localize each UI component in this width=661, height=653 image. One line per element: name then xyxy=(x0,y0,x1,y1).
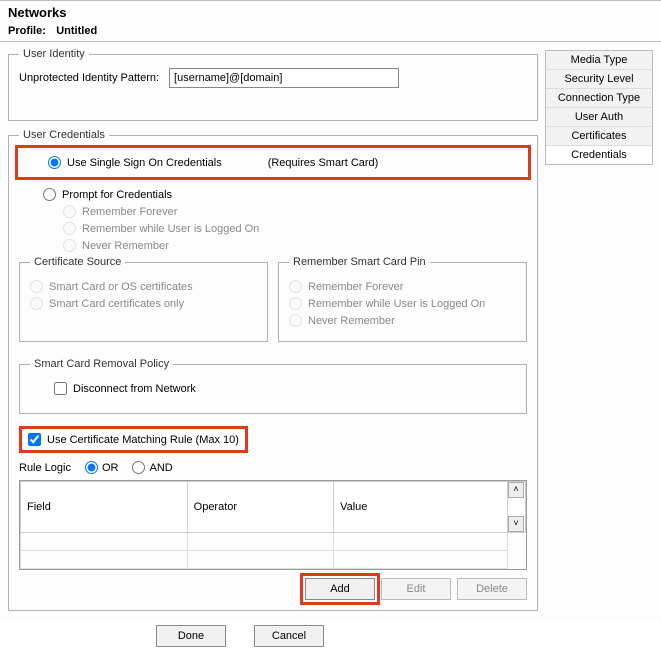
window-title: Networks xyxy=(0,1,661,22)
pin-forever-radio xyxy=(289,280,302,293)
remember-pin-group: Remember Smart Card Pin Remember Forever… xyxy=(278,256,527,342)
smart-card-policy-group: Smart Card Removal Policy Disconnect fro… xyxy=(19,358,527,414)
tab-credentials[interactable]: Credentials xyxy=(546,146,652,164)
never-remember-radio xyxy=(63,239,76,252)
prompt-label: Prompt for Credentials xyxy=(62,189,172,201)
table-row[interactable] xyxy=(21,533,526,551)
remember-forever-label: Remember Forever xyxy=(82,206,177,218)
delete-button: Delete xyxy=(457,578,527,600)
cert-os-radio xyxy=(30,280,43,293)
col-operator[interactable]: Operator xyxy=(187,482,333,533)
tab-connection-type[interactable]: Connection Type xyxy=(546,89,652,108)
done-button[interactable]: Done xyxy=(156,625,226,647)
pin-forever-label: Remember Forever xyxy=(308,281,403,293)
scroll-down-icon[interactable]: ˅ xyxy=(508,516,524,532)
sso-radio[interactable] xyxy=(48,156,61,169)
profile-header: Profile: Untitled xyxy=(0,22,661,42)
user-credentials-legend: User Credentials xyxy=(19,129,109,141)
remember-logged-label: Remember while User is Logged On xyxy=(82,223,259,235)
cert-source-group: Certificate Source Smart Card or OS cert… xyxy=(19,256,268,342)
logic-and-radio[interactable] xyxy=(132,461,145,474)
edit-button: Edit xyxy=(381,578,451,600)
profile-name: Untitled xyxy=(56,25,97,37)
pin-logged-radio xyxy=(289,297,302,310)
logic-or-label: OR xyxy=(102,462,119,474)
identity-pattern-label: Unprotected Identity Pattern: xyxy=(19,72,159,84)
disconnect-label: Disconnect from Network xyxy=(73,383,196,395)
cert-sc-only-label: Smart Card certificates only xyxy=(49,298,184,310)
logic-or-radio[interactable] xyxy=(85,461,98,474)
profile-label: Profile: xyxy=(8,25,46,37)
sso-highlight: Use Single Sign On Credentials (Requires… xyxy=(15,145,531,180)
remember-forever-radio xyxy=(63,205,76,218)
table-row[interactable] xyxy=(21,551,526,569)
sso-note: (Requires Smart Card) xyxy=(268,157,379,169)
cert-source-legend: Certificate Source xyxy=(30,256,125,268)
rules-table: Field Operator Value ˄ ˅ xyxy=(19,480,527,570)
user-credentials-group: User Credentials Use Single Sign On Cred… xyxy=(8,129,538,611)
rule-logic-label: Rule Logic xyxy=(19,462,71,474)
remember-pin-legend: Remember Smart Card Pin xyxy=(289,256,430,268)
logic-and-label: AND xyxy=(149,462,172,474)
tab-security-level[interactable]: Security Level xyxy=(546,70,652,89)
sso-label: Use Single Sign On Credentials xyxy=(67,157,222,169)
cert-matching-highlight: Use Certificate Matching Rule (Max 10) xyxy=(19,426,248,453)
user-identity-group: User Identity Unprotected Identity Patte… xyxy=(8,48,538,121)
cert-sc-only-radio xyxy=(30,297,43,310)
scroll-up-icon[interactable]: ˄ xyxy=(508,482,524,498)
cancel-button[interactable]: Cancel xyxy=(254,625,324,647)
tab-certificates[interactable]: Certificates xyxy=(546,127,652,146)
cert-matching-checkbox[interactable] xyxy=(28,433,41,446)
pin-logged-label: Remember while User is Logged On xyxy=(308,298,485,310)
tab-media-type[interactable]: Media Type xyxy=(546,51,652,70)
col-value[interactable]: Value xyxy=(334,482,508,533)
never-remember-label: Never Remember xyxy=(82,240,169,252)
remember-logged-radio xyxy=(63,222,76,235)
identity-pattern-input[interactable] xyxy=(169,68,399,88)
pin-never-radio xyxy=(289,314,302,327)
cert-os-label: Smart Card or OS certificates xyxy=(49,281,193,293)
pin-never-label: Never Remember xyxy=(308,315,395,327)
prompt-radio[interactable] xyxy=(43,188,56,201)
col-field[interactable]: Field xyxy=(21,482,188,533)
add-button[interactable]: Add xyxy=(305,578,375,600)
tab-user-auth[interactable]: User Auth xyxy=(546,108,652,127)
cert-matching-label: Use Certificate Matching Rule (Max 10) xyxy=(47,434,239,446)
disconnect-checkbox[interactable] xyxy=(54,382,67,395)
user-identity-legend: User Identity xyxy=(19,48,89,60)
smart-card-policy-legend: Smart Card Removal Policy xyxy=(30,358,173,370)
side-tabs: Media Type Security Level Connection Typ… xyxy=(545,50,653,165)
